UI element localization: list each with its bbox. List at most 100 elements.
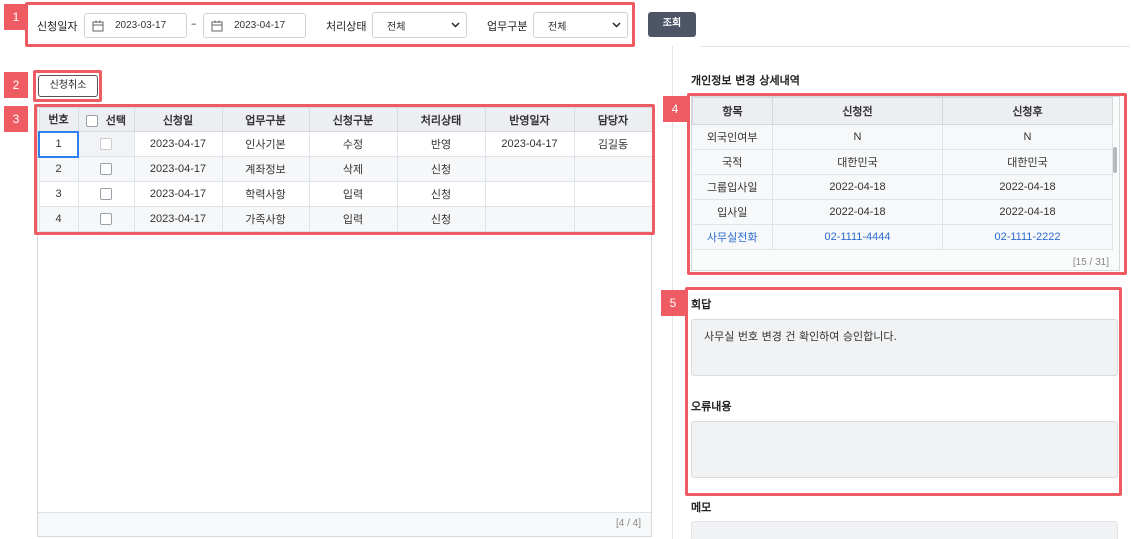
work-select[interactable]: 전체 — [533, 12, 628, 38]
cell-type: 수정 — [308, 131, 398, 157]
col-header-type[interactable]: 신청구분 — [308, 107, 398, 132]
cell-work: 인사기본 — [221, 131, 310, 157]
cell-date: 2023-04-17 — [133, 131, 223, 157]
cell-applied — [484, 181, 575, 207]
detail-scrollbar[interactable] — [1113, 147, 1117, 173]
col-header-select-label: 선택 — [105, 113, 127, 127]
detail-before: 02-1111-4444 — [772, 224, 943, 250]
chevron-down-icon — [451, 20, 460, 31]
row-number: 1 — [38, 130, 79, 158]
detail-pager: [15 / 31] — [1072, 257, 1109, 268]
detail-after: 2022-04-18 — [942, 199, 1113, 225]
cell-owner: 김길동 — [573, 131, 653, 157]
cell-work: 계좌정보 — [221, 156, 310, 182]
row-select[interactable] — [77, 181, 135, 207]
row-checkbox[interactable] — [100, 188, 112, 201]
request-grid: 번호 선택 신청일 업무구분 신청구분 처리상태 반영일자 담당자 1 2023… — [38, 107, 653, 232]
detail-before: 2022-04-18 — [772, 174, 943, 200]
badge-3: 3 — [4, 106, 28, 132]
col-header-work[interactable]: 업무구분 — [221, 107, 310, 132]
row-number: 3 — [38, 181, 79, 207]
search-button[interactable]: 조회 — [648, 12, 696, 37]
detail-col-after[interactable]: 신청후 — [942, 97, 1113, 125]
detail-col-before[interactable]: 신청전 — [772, 97, 943, 125]
col-header-owner[interactable]: 담당자 — [573, 107, 653, 132]
date-to-field[interactable]: 2023-04-17 — [203, 13, 306, 38]
answer-textarea[interactable]: 사무실 번호 변경 건 확인하여 승인합니다. — [691, 319, 1118, 376]
detail-row[interactable]: 사무실전화 02-1111-4444 02-1111-2222 — [692, 224, 1113, 250]
detail-after: 02-1111-2222 — [942, 224, 1113, 250]
answer-text: 사무실 번호 변경 건 확인하여 승인합니다. — [704, 330, 898, 343]
memo-textarea[interactable] — [691, 521, 1118, 539]
status-select[interactable]: 전체 — [372, 12, 467, 38]
status-label: 처리상태 — [326, 20, 367, 33]
col-header-select[interactable]: 선택 — [77, 107, 135, 132]
detail-item: 입사일 — [692, 199, 773, 225]
cell-date: 2023-04-17 — [133, 181, 223, 207]
table-row[interactable]: 4 2023-04-17 가족사항 입력 신청 — [38, 206, 653, 232]
cell-type: 입력 — [308, 181, 398, 207]
error-textarea[interactable] — [691, 421, 1118, 478]
detail-row[interactable]: 외국인여부 N N — [692, 124, 1113, 150]
chevron-down-icon — [612, 20, 621, 31]
detail-row[interactable]: 입사일 2022-04-18 2022-04-18 — [692, 199, 1113, 225]
detail-item: 외국인여부 — [692, 124, 773, 150]
cell-work: 학력사항 — [221, 181, 310, 207]
cancel-request-button[interactable]: 신청취소 — [38, 75, 98, 97]
detail-grid: 항목 신청전 신청후 외국인여부 N N 국적 대한민국 대한민국 그룹입사일 … — [692, 97, 1113, 250]
date-label: 신청일자 — [37, 20, 78, 33]
row-select[interactable] — [77, 131, 135, 157]
work-label: 업무구분 — [487, 20, 528, 33]
detail-before: 대한민국 — [772, 149, 943, 175]
calendar-icon[interactable] — [85, 14, 111, 37]
cell-type: 삭제 — [308, 156, 398, 182]
row-select[interactable] — [77, 156, 135, 182]
cell-type: 입력 — [308, 206, 398, 232]
date-to-value: 2023-04-17 — [234, 20, 286, 31]
detail-after: N — [942, 124, 1113, 150]
cell-applied — [484, 156, 575, 182]
detail-item: 그룹입사일 — [692, 174, 773, 200]
grid-pager: [4 / 4] — [615, 518, 641, 529]
answer-title: 회답 — [691, 298, 712, 311]
table-row[interactable]: 3 2023-04-17 학력사항 입력 신청 — [38, 181, 653, 207]
detail-item: 국적 — [692, 149, 773, 175]
detail-col-item[interactable]: 항목 — [692, 97, 773, 125]
cell-owner — [573, 181, 653, 207]
status-select-value: 전체 — [387, 21, 406, 33]
header-divider — [700, 46, 1130, 47]
calendar-icon[interactable] — [204, 14, 230, 37]
cell-date: 2023-04-17 — [133, 156, 223, 182]
error-title: 오류내용 — [691, 400, 732, 413]
work-select-value: 전체 — [548, 21, 567, 33]
col-header-status[interactable]: 처리상태 — [396, 107, 486, 132]
select-all-checkbox[interactable] — [85, 114, 98, 127]
row-checkbox[interactable] — [100, 138, 113, 151]
detail-before: 2022-04-18 — [772, 199, 943, 225]
row-number: 4 — [38, 206, 79, 232]
detail-after: 대한민국 — [942, 149, 1113, 175]
row-select[interactable] — [77, 206, 135, 232]
detail-row[interactable]: 국적 대한민국 대한민국 — [692, 149, 1113, 175]
detail-row[interactable]: 그룹입사일 2022-04-18 2022-04-18 — [692, 174, 1113, 200]
detail-before: N — [772, 124, 943, 150]
date-from-field[interactable]: 2023-03-17 — [84, 13, 187, 38]
date-separator: – — [191, 17, 197, 30]
col-header-applied[interactable]: 반영일자 — [484, 107, 575, 132]
cell-date: 2023-04-17 — [133, 206, 223, 232]
detail-item: 사무실전화 — [692, 224, 773, 250]
col-header-date[interactable]: 신청일 — [133, 107, 223, 132]
cell-owner — [573, 156, 653, 182]
detail-after: 2022-04-18 — [942, 174, 1113, 200]
row-checkbox[interactable] — [100, 163, 112, 176]
cell-status: 신청 — [396, 156, 486, 182]
badge-1: 1 — [4, 4, 28, 30]
cell-status: 반영 — [396, 131, 486, 157]
row-checkbox[interactable] — [100, 213, 112, 226]
request-grid-panel: 번호 선택 신청일 업무구분 신청구분 처리상태 반영일자 담당자 1 2023… — [37, 106, 653, 537]
table-row[interactable]: 2 2023-04-17 계좌정보 삭제 신청 — [38, 156, 653, 182]
cell-work: 가족사항 — [221, 206, 310, 232]
badge-4: 4 — [663, 96, 687, 122]
col-header-no[interactable]: 번호 — [38, 107, 79, 132]
table-row[interactable]: 1 2023-04-17 인사기본 수정 반영 2023-04-17 김길동 — [38, 130, 653, 158]
